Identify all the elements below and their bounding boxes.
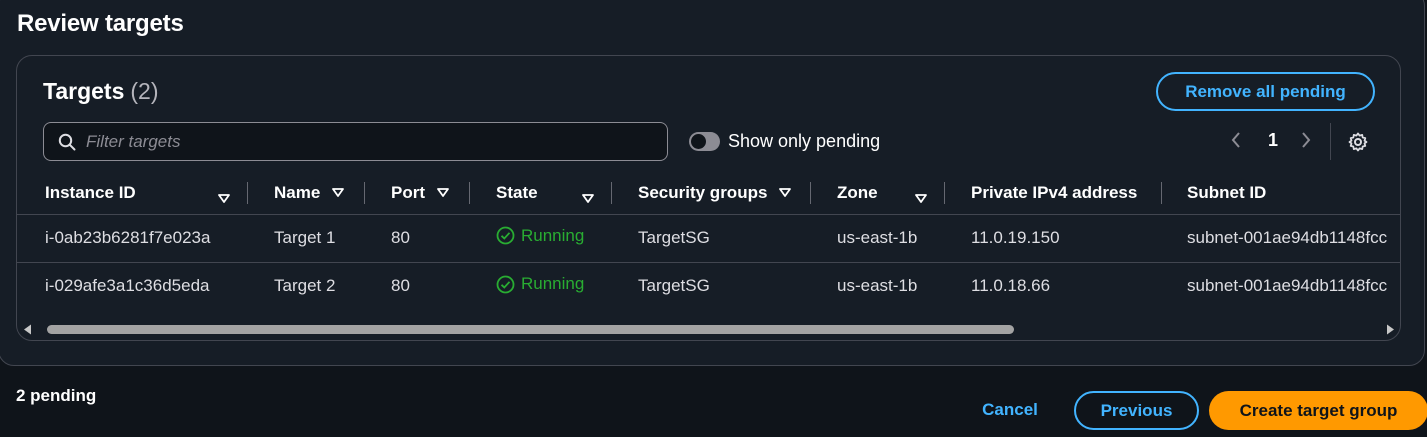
column-header-private-ipv4[interactable]: Private IPv4 address — [945, 172, 1162, 214]
horizontal-scrollbar[interactable] — [23, 322, 1395, 336]
security-group-cell: TargetSG — [612, 213, 811, 262]
name-cell: Target 2 — [248, 261, 365, 310]
targets-title: Targets — [43, 78, 125, 104]
targets-heading: Targets (2) — [43, 78, 159, 105]
targets-table-container: Targets(2) Remove all pending Show only … — [16, 55, 1401, 341]
table-header-row: Instance ID Name Port State Security gro… — [17, 172, 1400, 214]
sort-icon[interactable] — [218, 194, 230, 203]
create-target-group-button[interactable]: Create target group — [1209, 391, 1427, 430]
instance-id-cell: i-0ab23b6281f7e023a — [17, 213, 248, 262]
column-header-port[interactable]: Port — [365, 172, 470, 214]
sort-icon[interactable] — [915, 194, 927, 203]
instance-id-cell: i-029afe3a1c36d5eda — [17, 261, 248, 310]
column-header-subnet-id[interactable]: Subnet ID — [1162, 172, 1400, 214]
filter-targets-field[interactable] — [43, 122, 668, 161]
name-cell: Target 1 — [248, 213, 365, 262]
ip-cell: 11.0.19.150 — [945, 213, 1162, 262]
state-cell: Running — [470, 261, 612, 310]
targets-count: (2) — [130, 78, 159, 104]
zone-cell: us-east-1b — [811, 213, 945, 262]
scroll-left-arrow-icon[interactable] — [23, 324, 33, 335]
remove-all-pending-button[interactable]: Remove all pending — [1156, 72, 1375, 111]
pager-divider — [1330, 123, 1331, 160]
next-page-icon[interactable] — [1300, 130, 1312, 150]
sort-icon[interactable] — [332, 188, 345, 198]
show-only-pending-label: Show only pending — [728, 131, 881, 151]
pending-count: 2 pending — [16, 386, 97, 405]
table-row[interactable]: i-029afe3a1c36d5eda Target 2 80 Running … — [17, 261, 1400, 310]
previous-button[interactable]: Previous — [1074, 391, 1199, 430]
scroll-right-arrow-icon[interactable] — [1385, 324, 1395, 335]
table-row[interactable]: i-0ab23b6281f7e023a Target 1 80 Running … — [17, 213, 1400, 262]
subnet-cell: subnet-001ae94db1148fcc — [1162, 213, 1400, 262]
check-circle-icon — [496, 275, 515, 293]
search-icon — [58, 133, 76, 150]
filter-targets-input[interactable] — [86, 131, 646, 152]
page-number[interactable]: 1 — [1268, 130, 1278, 151]
section-title: Review targets — [17, 10, 184, 37]
column-header-state[interactable]: State — [470, 172, 612, 214]
column-header-security-groups[interactable]: Security groups — [612, 172, 811, 214]
cancel-button[interactable]: Cancel — [967, 392, 1053, 428]
column-header-zone[interactable]: Zone — [811, 172, 945, 214]
status-indicator: Running — [496, 274, 584, 294]
column-header-instance-id[interactable]: Instance ID — [17, 172, 248, 214]
sort-icon[interactable] — [582, 194, 594, 203]
targets-table: Instance ID Name Port State Security gro… — [17, 172, 1400, 310]
sort-icon[interactable] — [437, 188, 449, 198]
port-cell: 80 — [365, 213, 470, 262]
security-group-cell: TargetSG — [612, 261, 811, 310]
subnet-cell: subnet-001ae94db1148fcc — [1162, 261, 1400, 310]
scrollbar-thumb[interactable] — [47, 325, 1014, 334]
previous-page-icon[interactable] — [1230, 130, 1242, 150]
sort-icon[interactable] — [779, 188, 792, 198]
check-circle-icon — [496, 226, 515, 245]
status-indicator: Running — [496, 226, 584, 246]
zone-cell: us-east-1b — [811, 261, 945, 310]
gear-icon[interactable] — [1348, 132, 1368, 152]
ip-cell: 11.0.18.66 — [945, 261, 1162, 310]
column-header-name[interactable]: Name — [248, 172, 365, 214]
state-cell: Running — [470, 213, 612, 262]
show-only-pending-toggle[interactable] — [689, 132, 720, 151]
port-cell: 80 — [365, 261, 470, 310]
